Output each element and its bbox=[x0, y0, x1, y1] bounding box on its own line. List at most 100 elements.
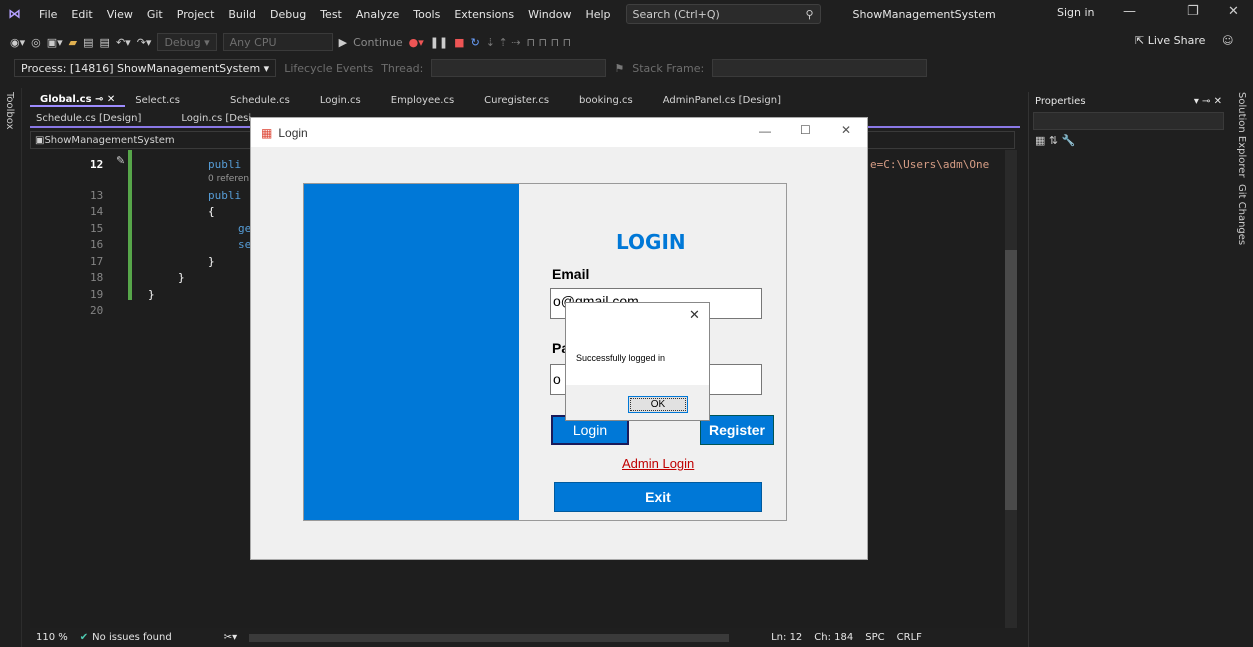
cleanup-icon[interactable]: ✂▾ bbox=[224, 632, 237, 643]
line-number: 16 bbox=[90, 238, 104, 251]
codelens-references[interactable]: 0 referen bbox=[208, 174, 249, 184]
new-file-icon[interactable]: ▣▾ bbox=[47, 36, 63, 49]
bookmark-icons[interactable]: ⊓ ⊓ ⊓ ⊓ bbox=[526, 36, 571, 49]
menu-analyze[interactable]: Analyze bbox=[349, 8, 406, 21]
search-box[interactable]: Search (Ctrl+Q) ⚲ bbox=[625, 4, 821, 24]
close-icon[interactable]: ✕ bbox=[689, 307, 700, 323]
tab-employee-cs[interactable]: Employee.cs bbox=[381, 95, 464, 106]
login-window-title: Login bbox=[278, 125, 308, 140]
code-line: publi bbox=[208, 189, 242, 202]
menu-help[interactable]: Help bbox=[578, 8, 617, 21]
line-number: 18 bbox=[90, 271, 104, 284]
project-dropdown[interactable]: ShowManagementSystem bbox=[44, 135, 174, 146]
back-icon[interactable]: ◉▾ bbox=[10, 36, 25, 49]
tab-schedule-design[interactable]: Schedule.cs [Design] bbox=[30, 113, 151, 124]
login-heading: LOGIN bbox=[616, 230, 686, 254]
platform-value: Any CPU bbox=[229, 35, 277, 49]
process-value: Process: [14816] ShowManagementSystem bbox=[21, 61, 261, 75]
menu-window[interactable]: Window bbox=[521, 8, 578, 21]
pin-icon[interactable]: ⊸ bbox=[95, 94, 103, 105]
menu-test[interactable]: Test bbox=[313, 8, 349, 21]
close-tab-icon[interactable]: ✕ bbox=[107, 94, 115, 105]
maximize-icon[interactable]: ☐ bbox=[800, 123, 811, 137]
tab-adminpanel-design[interactable]: AdminPanel.cs [Design] bbox=[653, 95, 791, 106]
tab-curegister-cs[interactable]: Curegister.cs bbox=[474, 95, 559, 106]
scrollbar-thumb[interactable] bbox=[1005, 250, 1017, 510]
whitespace-indicator[interactable]: SPC bbox=[865, 632, 884, 643]
restore-icon[interactable]: ❐ bbox=[1187, 4, 1199, 19]
menu-edit[interactable]: Edit bbox=[64, 8, 99, 21]
menu-file[interactable]: File bbox=[32, 8, 64, 21]
save-all-icon[interactable]: ▤ bbox=[100, 36, 110, 49]
admin-login-link[interactable]: Admin Login bbox=[622, 456, 694, 471]
register-button[interactable]: Register bbox=[700, 415, 774, 445]
object-selector[interactable] bbox=[1033, 112, 1224, 130]
save-icon[interactable]: ▤ bbox=[83, 36, 93, 49]
menu-git[interactable]: Git bbox=[140, 8, 170, 21]
forward-icon[interactable]: ◎ bbox=[31, 36, 41, 49]
close-icon[interactable]: ✕ bbox=[1228, 4, 1239, 19]
tab-global-cs[interactable]: Global.cs ⊸ ✕ bbox=[30, 94, 126, 107]
thread-dropdown[interactable] bbox=[431, 59, 607, 77]
line-indicator[interactable]: Ln: 12 bbox=[771, 632, 802, 643]
brush-icon[interactable]: ✎ bbox=[116, 154, 125, 167]
visual-studio-logo-icon[interactable]: ⋈ bbox=[8, 4, 32, 24]
minimize-icon[interactable]: — bbox=[1123, 4, 1136, 19]
stack-frame-dropdown[interactable] bbox=[712, 59, 928, 77]
properties-toolbar-icons[interactable]: ▦ ⇅ 🔧 bbox=[1035, 134, 1222, 147]
menu-tools[interactable]: Tools bbox=[406, 8, 447, 21]
tab-login-design[interactable]: Login.cs [Desi bbox=[171, 113, 261, 124]
zoom-level[interactable]: 110 % bbox=[36, 632, 68, 643]
close-icon[interactable]: ✕ bbox=[841, 123, 851, 137]
menu-debug[interactable]: Debug bbox=[263, 8, 313, 21]
search-placeholder: Search (Ctrl+Q) bbox=[632, 7, 720, 21]
tab-select-cs[interactable]: Select.cs bbox=[125, 95, 190, 106]
horizontal-scrollbar[interactable] bbox=[249, 633, 730, 642]
process-dropdown[interactable]: Process: [14816] ShowManagementSystem ▾ bbox=[14, 59, 277, 77]
menu-view[interactable]: View bbox=[100, 8, 140, 21]
step-icons[interactable]: ⇣ ⇡ ⇢ bbox=[486, 36, 521, 49]
continue-button[interactable]: Continue bbox=[353, 36, 402, 49]
continue-icon[interactable]: ▶ bbox=[339, 36, 347, 49]
restart-icon[interactable]: ↻ bbox=[471, 36, 480, 49]
feedback-icon[interactable]: ☺ bbox=[1222, 34, 1233, 47]
sign-in-link[interactable]: Sign in bbox=[1057, 6, 1095, 19]
open-folder-icon[interactable]: ▰ bbox=[69, 36, 77, 49]
menu-build[interactable]: Build bbox=[221, 8, 263, 21]
redo-icon[interactable]: ↷▾ bbox=[137, 36, 152, 49]
line-number: 14 bbox=[90, 205, 104, 218]
tab-login-cs[interactable]: Login.cs bbox=[310, 95, 371, 106]
standard-toolbar: ◉▾ ◎ ▣▾ ▰ ▤ ▤ ↶▾ ↷▾ Debug ▾ Any CPU ▶ Co… bbox=[0, 28, 1253, 56]
debug-location-toolbar: Process: [14816] ShowManagementSystem ▾ … bbox=[0, 56, 1253, 80]
menu-project[interactable]: Project bbox=[170, 8, 222, 21]
ok-button[interactable]: OK bbox=[628, 396, 688, 413]
toolbox-tab[interactable]: Toolbox bbox=[4, 92, 15, 130]
platform-dropdown[interactable]: Any CPU bbox=[222, 33, 333, 51]
solution-title: ShowManagementSystem bbox=[852, 7, 996, 21]
solution-explorer-tab[interactable]: Solution Explorer bbox=[1236, 92, 1247, 178]
issues-status[interactable]: No issues found bbox=[92, 632, 172, 643]
login-title-bar: ▦ Login — ☐ ✕ bbox=[251, 118, 867, 147]
line-ending-indicator[interactable]: CRLF bbox=[897, 632, 922, 643]
live-share-button[interactable]: ⇱ Live Share bbox=[1135, 34, 1205, 47]
exit-button[interactable]: Exit bbox=[554, 482, 762, 512]
column-indicator[interactable]: Ch: 184 bbox=[814, 632, 853, 643]
tab-schedule-cs[interactable]: Schedule.cs bbox=[220, 95, 300, 106]
pause-icon[interactable]: ❚❚ bbox=[430, 36, 448, 49]
fire-icon[interactable]: ●▾ bbox=[409, 36, 424, 49]
email-label: Email bbox=[552, 266, 590, 282]
menu-extensions[interactable]: Extensions bbox=[447, 8, 521, 21]
flag-icon[interactable]: ⚑ bbox=[614, 62, 624, 75]
git-changes-tab[interactable]: Git Changes bbox=[1236, 184, 1247, 245]
search-icon: ⚲ bbox=[805, 7, 814, 21]
document-tabs-row1: Global.cs ⊸ ✕ Select.cs Schedule.cs Logi… bbox=[30, 92, 1020, 108]
stop-icon[interactable]: ■ bbox=[454, 36, 464, 49]
lifecycle-events[interactable]: Lifecycle Events bbox=[284, 62, 373, 75]
configuration-dropdown[interactable]: Debug ▾ bbox=[157, 33, 217, 51]
panel-controls-icon[interactable]: ▾ ⊸ ✕ bbox=[1194, 96, 1222, 107]
tab-booking-cs[interactable]: booking.cs bbox=[569, 95, 643, 106]
minimize-icon[interactable]: — bbox=[759, 124, 771, 138]
login-window: ▦ Login — ☐ ✕ LOGIN Email o@gmail.com Pa… bbox=[250, 117, 868, 560]
undo-icon[interactable]: ↶▾ bbox=[116, 36, 131, 49]
line-number: 15 bbox=[90, 222, 104, 235]
